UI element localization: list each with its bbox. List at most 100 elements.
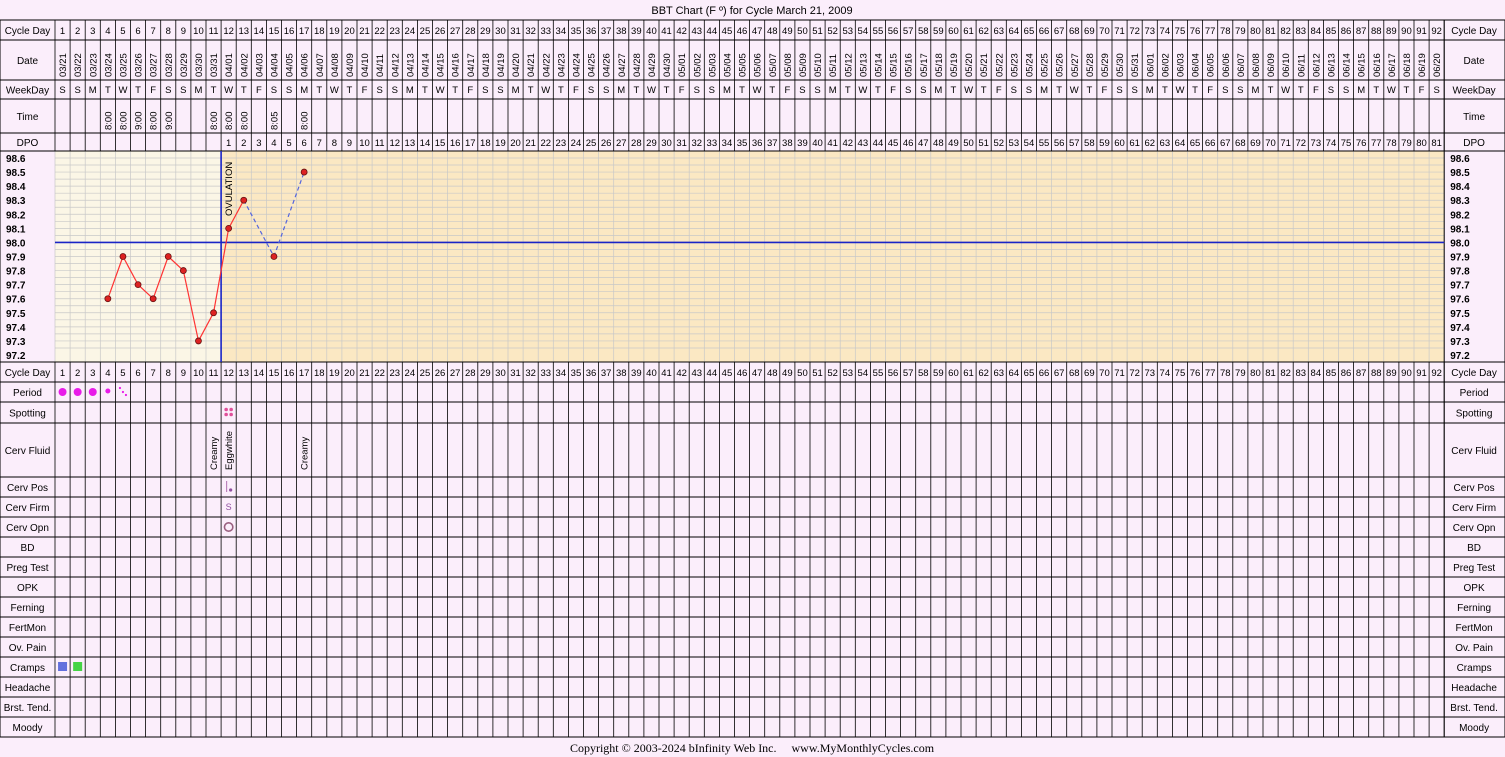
- cycle-day-number: 15: [269, 368, 280, 379]
- dpo-number: 33: [707, 138, 718, 149]
- cycle-day-number: 84: [1311, 368, 1322, 379]
- temp-point: [164, 253, 172, 260]
- date-label: 04/07: [315, 53, 326, 77]
- dpo-number: 16: [450, 138, 461, 149]
- row-label-right-weekday: WeekDay: [1453, 86, 1496, 97]
- weekday-label: M: [1040, 85, 1048, 96]
- weekday-label: M: [934, 85, 942, 96]
- time-label: 8:00: [209, 112, 220, 131]
- weekday-label: M: [617, 85, 625, 96]
- cycle-day-number: 66: [1039, 368, 1050, 379]
- weekday-label: S: [286, 85, 292, 96]
- temp-tick-label: 97.7: [6, 281, 26, 292]
- date-label: 06/12: [1311, 53, 1322, 77]
- weekday-label: S: [376, 85, 382, 96]
- cycle-day-number: 33: [540, 26, 551, 37]
- dpo-number: 27: [616, 138, 627, 149]
- date-label: 06/05: [1206, 53, 1217, 77]
- dpo-number: 65: [1190, 138, 1201, 149]
- temp-tick-label: 97.8: [1450, 267, 1470, 278]
- date-label: 05/25: [1040, 53, 1051, 77]
- cycle-day-number: 65: [1024, 26, 1035, 37]
- dpo-number: 81: [1431, 138, 1442, 149]
- temp-tick-label: 98.4: [1450, 182, 1470, 193]
- weekday-label: T: [422, 85, 428, 96]
- weekday-label: F: [679, 85, 685, 96]
- row-label-right-cerv_pos: Cerv Pos: [1454, 483, 1495, 494]
- time-label: 8:00: [149, 112, 160, 131]
- time-label: 8:00: [118, 112, 129, 131]
- weekday-label: F: [784, 85, 790, 96]
- cycle-day-number: 47: [752, 26, 763, 37]
- cycle-day-number: 52: [827, 26, 838, 37]
- date-label: 05/10: [813, 53, 824, 77]
- cycle-day-number: 39: [631, 26, 642, 37]
- cycle-day-number: 3: [90, 368, 95, 379]
- cycle-day-number: 25: [420, 368, 431, 379]
- date-label: 04/05: [285, 53, 296, 77]
- cycle-day-number: 16: [284, 26, 295, 37]
- date-label: 04/09: [345, 53, 356, 77]
- weekday-label: S: [1131, 85, 1137, 96]
- cerv-firm-marker: S: [226, 502, 232, 512]
- date-label: 06/10: [1281, 53, 1292, 77]
- weekday-label: W: [753, 85, 762, 96]
- cerv-fluid-label: Creamy: [209, 436, 220, 470]
- date-label: 06/13: [1326, 53, 1337, 77]
- cycle-day-number: 77: [1205, 26, 1216, 37]
- dpo-number: 67: [1220, 138, 1231, 149]
- ovulation-label: OVULATION: [224, 162, 235, 216]
- dpo-number: 17: [465, 138, 476, 149]
- cycle-day-number: 33: [540, 368, 551, 379]
- cycle-day-number: 31: [510, 368, 521, 379]
- temp-tick-label: 98.0: [1450, 238, 1470, 249]
- cycle-day-number: 67: [1054, 26, 1065, 37]
- time-label: 8:00: [224, 112, 235, 131]
- cycle-day-number: 78: [1220, 26, 1231, 37]
- cycle-day-number: 69: [1084, 368, 1095, 379]
- date-label: 04/23: [556, 53, 567, 77]
- cycle-day-number: 22: [374, 26, 385, 37]
- cycle-day-number: 4: [105, 368, 110, 379]
- row-label-right-time: Time: [1463, 112, 1485, 123]
- cycle-day-number: 17: [299, 368, 310, 379]
- dpo-number: 45: [888, 138, 899, 149]
- dpo-number: 10: [359, 138, 370, 149]
- date-label: 04/25: [587, 53, 598, 77]
- dpo-number: 57: [1069, 138, 1080, 149]
- date-label: 05/04: [722, 53, 733, 77]
- weekday-label: T: [633, 85, 639, 96]
- cycle-day-number: 11: [209, 368, 219, 379]
- cycle-day-number: 27: [450, 368, 461, 379]
- cycle-day-number: 46: [737, 368, 748, 379]
- row-label-right-brst_tend: Brst. Tend.: [1450, 703, 1498, 714]
- date-label: 05/18: [934, 53, 945, 77]
- cycle-day-number: 36: [586, 26, 597, 37]
- date-label: 05/22: [994, 53, 1005, 77]
- temp-point: [300, 168, 308, 176]
- dpo-number: 21: [525, 138, 536, 149]
- cycle-day-number: 85: [1326, 26, 1337, 37]
- cycle-day-number: 14: [254, 368, 265, 379]
- cycle-day-number: 84: [1311, 26, 1322, 37]
- row-label-right-fertmon: FertMon: [1455, 623, 1492, 634]
- date-label: 05/29: [1100, 53, 1111, 77]
- cycle-day-number: 28: [465, 368, 476, 379]
- cycle-day-number: 39: [631, 368, 642, 379]
- temp-point: [210, 309, 217, 317]
- cycle-day-number: 26: [435, 368, 446, 379]
- dpo-number: 36: [752, 138, 763, 149]
- cycle-day-number: 37: [601, 26, 612, 37]
- weekday-label: T: [528, 85, 534, 96]
- temp-tick-label: 97.2: [6, 351, 26, 362]
- cycle-day-number: 9: [181, 26, 186, 37]
- weekday-label: S: [1222, 85, 1228, 96]
- weekday-label: S: [694, 85, 700, 96]
- dpo-number: 77: [1371, 138, 1382, 149]
- temp-tick-label: 97.8: [6, 267, 26, 278]
- row-label-right-cycle_day: Cycle Day: [1451, 26, 1497, 37]
- row-label-period: Period: [13, 388, 42, 399]
- weekday-label: F: [467, 85, 473, 96]
- cycle-day-number: 30: [495, 26, 506, 37]
- date-label: 06/17: [1387, 53, 1398, 77]
